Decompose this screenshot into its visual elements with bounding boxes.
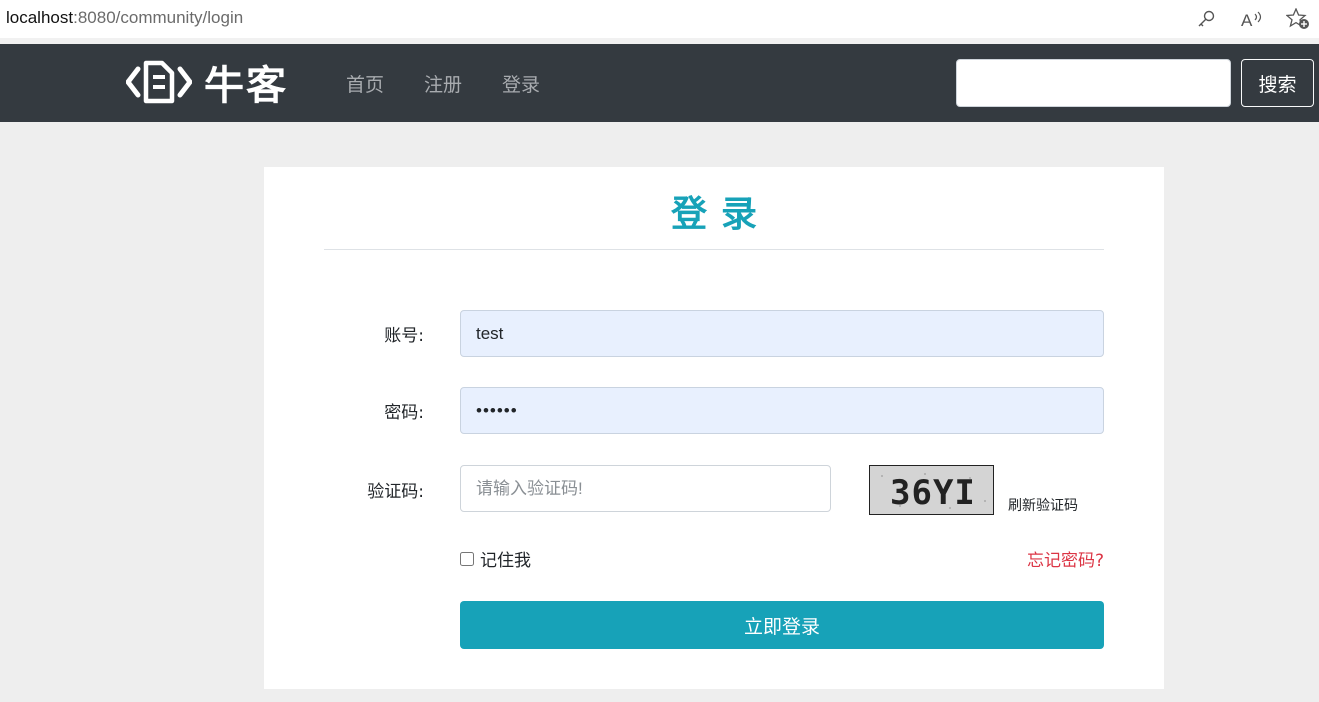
nav-home[interactable]: 首页 <box>346 70 384 97</box>
remember-me: 记住我 <box>460 546 531 571</box>
username-label: 账号: <box>384 326 424 346</box>
captcha-text: 36YI <box>890 473 976 513</box>
captcha-label: 验证码: <box>367 482 424 502</box>
captcha-input[interactable] <box>460 465 831 512</box>
login-card: 登录 账号: 密码: 验证码: 36YI 刷新验证码 记住我 忘记密码? 立即登… <box>264 167 1164 689</box>
nav-register[interactable]: 注册 <box>424 70 462 97</box>
url-path: :8080/community/login <box>73 8 244 27</box>
captcha-image[interactable]: 36YI <box>869 465 994 515</box>
forgot-password-link[interactable]: 忘记密码? <box>1027 546 1104 571</box>
site-logo[interactable]: 牛客 <box>126 58 288 109</box>
svg-text:A: A <box>1241 11 1253 29</box>
logo-icon <box>126 60 192 104</box>
top-navbar: 牛客 首页 注册 登录 搜索 <box>0 44 1319 122</box>
address-url[interactable]: localhost:8080/community/login <box>6 8 243 28</box>
search-button[interactable]: 搜索 <box>1241 59 1314 107</box>
nav-login[interactable]: 登录 <box>502 70 540 97</box>
logo-text: 牛客 <box>204 63 288 109</box>
nav-links: 首页 注册 登录 <box>346 70 540 97</box>
password-input[interactable] <box>460 387 1104 434</box>
favorite-add-icon[interactable] <box>1283 6 1313 32</box>
login-title: 登录 <box>670 194 771 235</box>
title-divider <box>324 249 1104 250</box>
read-aloud-icon[interactable]: A <box>1237 6 1267 32</box>
login-submit-button[interactable]: 立即登录 <box>460 601 1104 649</box>
refresh-captcha-link[interactable]: 刷新验证码 <box>1008 495 1078 515</box>
search-input[interactable] <box>956 59 1231 107</box>
remember-me-checkbox[interactable] <box>460 551 474 566</box>
url-host: localhost <box>6 8 74 27</box>
key-icon[interactable] <box>1191 6 1221 32</box>
browser-toolbar-icons: A <box>1191 6 1313 32</box>
password-label: 密码: <box>384 403 424 423</box>
username-input[interactable] <box>460 310 1104 357</box>
browser-address-bar: localhost:8080/community/login A <box>0 0 1319 38</box>
remember-me-label[interactable]: 记住我 <box>480 546 531 571</box>
